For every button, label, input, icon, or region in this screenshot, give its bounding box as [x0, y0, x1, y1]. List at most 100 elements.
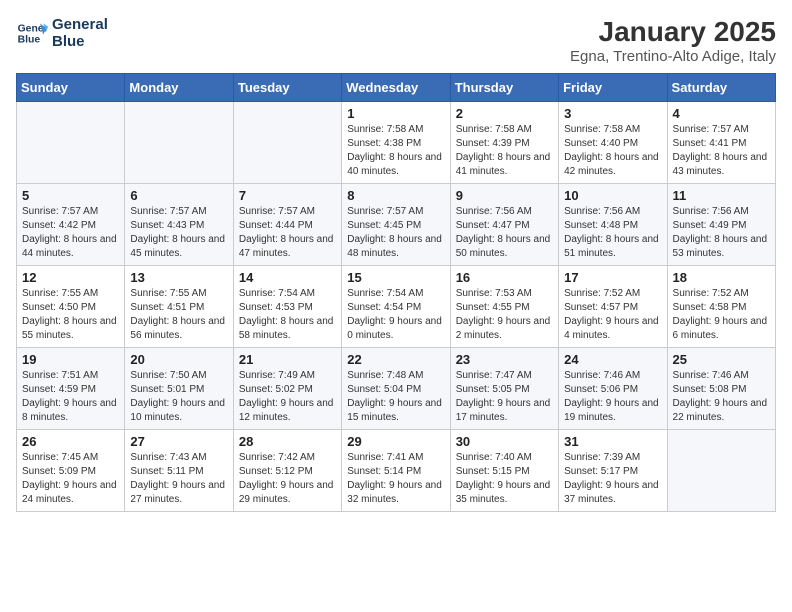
day-cell: 19 Sunrise: 7:51 AM Sunset: 4:59 PM Dayli… — [17, 348, 125, 430]
day-info: Sunrise: 7:46 AM Sunset: 5:08 PM Dayligh… — [673, 369, 770, 425]
day-cell: 27 Sunrise: 7:43 AM Sunset: 5:11 PM Dayli… — [125, 430, 233, 512]
page-header: General Blue General Blue January 2025 E… — [16, 16, 776, 65]
day-cell: 4 Sunrise: 7:57 AM Sunset: 4:41 PM Daylig… — [667, 102, 775, 184]
day-info: Sunrise: 7:57 AM Sunset: 4:44 PM Dayligh… — [239, 205, 336, 261]
calendar-title: January 2025 — [570, 16, 776, 48]
day-cell: 15 Sunrise: 7:54 AM Sunset: 4:54 PM Dayli… — [342, 266, 450, 348]
day-cell: 22 Sunrise: 7:48 AM Sunset: 5:04 PM Dayli… — [342, 348, 450, 430]
day-number: 1 — [347, 106, 444, 121]
day-info: Sunrise: 7:45 AM Sunset: 5:09 PM Dayligh… — [22, 451, 119, 507]
day-info: Sunrise: 7:42 AM Sunset: 5:12 PM Dayligh… — [239, 451, 336, 507]
day-info: Sunrise: 7:57 AM Sunset: 4:41 PM Dayligh… — [673, 123, 770, 179]
week-row-2: 5Sunrise: 7:57 AM Sunset: 4:42 PM Daylig… — [17, 184, 776, 266]
day-cell: 16Sunrise: 7:53 AM Sunset: 4:55 PM Dayli… — [450, 266, 558, 348]
day-number: 15 — [347, 270, 444, 285]
day-number: 23 — [456, 352, 553, 367]
calendar-table: SundayMondayTuesdayWednesdayThursdayFrid… — [16, 73, 776, 512]
day-number: 28 — [239, 434, 336, 449]
day-info: Sunrise: 7:52 AM Sunset: 4:58 PM Dayligh… — [673, 287, 770, 343]
day-cell: 23 Sunrise: 7:47 AM Sunset: 5:05 PM Dayli… — [450, 348, 558, 430]
title-block: January 2025 Egna, Trentino-Alto Adige, … — [570, 16, 776, 65]
week-row-3: 12Sunrise: 7:55 AM Sunset: 4:50 PM Dayli… — [17, 266, 776, 348]
day-info: Sunrise: 7:47 AM Sunset: 5:05 PM Dayligh… — [456, 369, 553, 425]
weekday-header-row: SundayMondayTuesdayWednesdayThursdayFrid… — [17, 74, 776, 102]
logo: General Blue General Blue — [16, 16, 108, 50]
day-cell: 7 Sunrise: 7:57 AM Sunset: 4:44 PM Daylig… — [233, 184, 341, 266]
day-number: 2 — [456, 106, 553, 121]
day-cell: 31 Sunrise: 7:39 AM Sunset: 5:17 PM Dayli… — [559, 430, 667, 512]
weekday-thursday: Thursday — [450, 74, 558, 102]
day-number: 9 — [456, 188, 553, 203]
day-cell — [17, 102, 125, 184]
day-info: Sunrise: 7:39 AM Sunset: 5:17 PM Dayligh… — [564, 451, 661, 507]
day-cell: 3Sunrise: 7:58 AM Sunset: 4:40 PM Daylig… — [559, 102, 667, 184]
day-cell: 10 Sunrise: 7:56 AM Sunset: 4:48 PM Dayli… — [559, 184, 667, 266]
day-number: 14 — [239, 270, 336, 285]
day-info: Sunrise: 7:56 AM Sunset: 4:48 PM Dayligh… — [564, 205, 661, 261]
day-number: 7 — [239, 188, 336, 203]
day-info: Sunrise: 7:43 AM Sunset: 5:11 PM Dayligh… — [130, 451, 227, 507]
calendar-subtitle: Egna, Trentino-Alto Adige, Italy — [570, 48, 776, 65]
weekday-sunday: Sunday — [17, 74, 125, 102]
day-info: Sunrise: 7:58 AM Sunset: 4:38 PM Dayligh… — [347, 123, 444, 179]
day-number: 29 — [347, 434, 444, 449]
day-info: Sunrise: 7:51 AM Sunset: 4:59 PM Dayligh… — [22, 369, 119, 425]
day-info: Sunrise: 7:55 AM Sunset: 4:50 PM Dayligh… — [22, 287, 119, 343]
weekday-tuesday: Tuesday — [233, 74, 341, 102]
weekday-friday: Friday — [559, 74, 667, 102]
day-info: Sunrise: 7:40 AM Sunset: 5:15 PM Dayligh… — [456, 451, 553, 507]
day-info: Sunrise: 7:49 AM Sunset: 5:02 PM Dayligh… — [239, 369, 336, 425]
day-cell: 2 Sunrise: 7:58 AM Sunset: 4:39 PM Daylig… — [450, 102, 558, 184]
day-number: 24 — [564, 352, 661, 367]
weekday-saturday: Saturday — [667, 74, 775, 102]
day-cell: 30 Sunrise: 7:40 AM Sunset: 5:15 PM Dayli… — [450, 430, 558, 512]
day-cell: 18 Sunrise: 7:52 AM Sunset: 4:58 PM Dayli… — [667, 266, 775, 348]
day-cell: 21 Sunrise: 7:49 AM Sunset: 5:02 PM Dayli… — [233, 348, 341, 430]
day-cell: 9 Sunrise: 7:56 AM Sunset: 4:47 PM Daylig… — [450, 184, 558, 266]
day-cell — [233, 102, 341, 184]
day-info: Sunrise: 7:56 AM Sunset: 4:47 PM Dayligh… — [456, 205, 553, 261]
day-info: Sunrise: 7:48 AM Sunset: 5:04 PM Dayligh… — [347, 369, 444, 425]
day-number: 18 — [673, 270, 770, 285]
logo-icon: General Blue — [16, 17, 48, 49]
day-info: Sunrise: 7:54 AM Sunset: 4:54 PM Dayligh… — [347, 287, 444, 343]
day-number: 17 — [564, 270, 661, 285]
day-cell: 13Sunrise: 7:55 AM Sunset: 4:51 PM Dayli… — [125, 266, 233, 348]
day-number: 16 — [456, 270, 553, 285]
weekday-wednesday: Wednesday — [342, 74, 450, 102]
day-number: 26 — [22, 434, 119, 449]
day-cell: 8 Sunrise: 7:57 AM Sunset: 4:45 PM Daylig… — [342, 184, 450, 266]
day-number: 31 — [564, 434, 661, 449]
day-number: 4 — [673, 106, 770, 121]
day-cell: 29 Sunrise: 7:41 AM Sunset: 5:14 PM Dayli… — [342, 430, 450, 512]
day-cell: 26 Sunrise: 7:45 AM Sunset: 5:09 PM Dayli… — [17, 430, 125, 512]
day-info: Sunrise: 7:41 AM Sunset: 5:14 PM Dayligh… — [347, 451, 444, 507]
day-number: 30 — [456, 434, 553, 449]
day-number: 21 — [239, 352, 336, 367]
day-number: 10 — [564, 188, 661, 203]
day-cell: 1 Sunrise: 7:58 AM Sunset: 4:38 PM Daylig… — [342, 102, 450, 184]
day-number: 5 — [22, 188, 119, 203]
day-number: 20 — [130, 352, 227, 367]
day-cell: 24 Sunrise: 7:46 AM Sunset: 5:06 PM Dayli… — [559, 348, 667, 430]
day-cell: 20 Sunrise: 7:50 AM Sunset: 5:01 PM Dayli… — [125, 348, 233, 430]
day-info: Sunrise: 7:57 AM Sunset: 4:45 PM Dayligh… — [347, 205, 444, 261]
day-number: 13 — [130, 270, 227, 285]
day-number: 22 — [347, 352, 444, 367]
day-info: Sunrise: 7:58 AM Sunset: 4:39 PM Dayligh… — [456, 123, 553, 179]
day-info: Sunrise: 7:46 AM Sunset: 5:06 PM Dayligh… — [564, 369, 661, 425]
day-cell: 25Sunrise: 7:46 AM Sunset: 5:08 PM Dayli… — [667, 348, 775, 430]
day-info: Sunrise: 7:56 AM Sunset: 4:49 PM Dayligh… — [673, 205, 770, 261]
week-row-4: 19 Sunrise: 7:51 AM Sunset: 4:59 PM Dayli… — [17, 348, 776, 430]
day-number: 19 — [22, 352, 119, 367]
day-number: 11 — [673, 188, 770, 203]
day-info: Sunrise: 7:52 AM Sunset: 4:57 PM Dayligh… — [564, 287, 661, 343]
day-info: Sunrise: 7:50 AM Sunset: 5:01 PM Dayligh… — [130, 369, 227, 425]
day-number: 6 — [130, 188, 227, 203]
logo-general: General — [52, 16, 108, 33]
day-number: 27 — [130, 434, 227, 449]
week-row-5: 26 Sunrise: 7:45 AM Sunset: 5:09 PM Dayli… — [17, 430, 776, 512]
weekday-monday: Monday — [125, 74, 233, 102]
svg-text:Blue: Blue — [18, 35, 41, 46]
day-number: 8 — [347, 188, 444, 203]
